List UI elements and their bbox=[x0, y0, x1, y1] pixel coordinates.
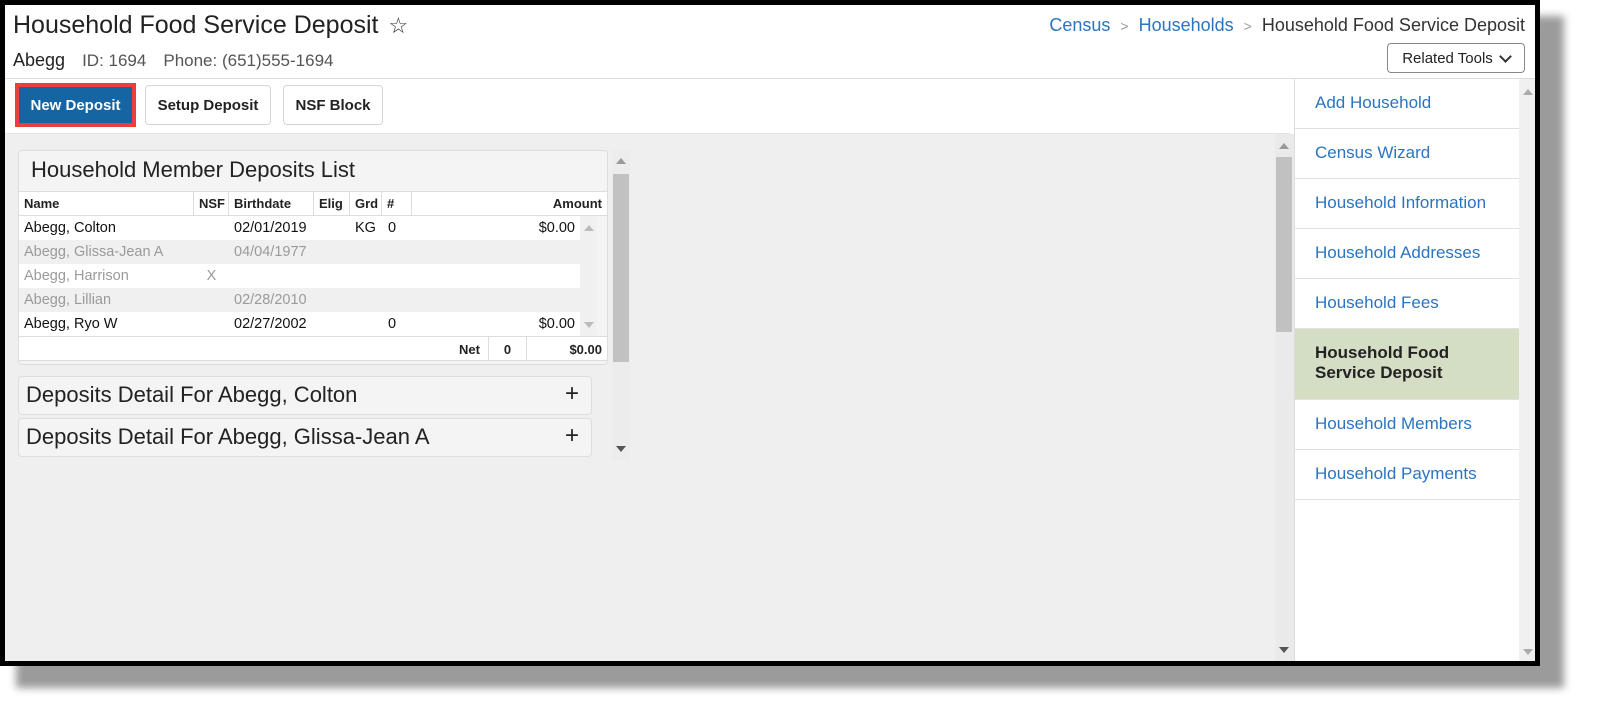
cell-amount: $0.00 bbox=[538, 220, 575, 236]
cell-amount: $0.00 bbox=[538, 316, 575, 332]
new-deposit-button[interactable]: New Deposit bbox=[15, 83, 136, 127]
workspace: Household Member Deposits List Name NSF … bbox=[5, 134, 1294, 661]
table-row[interactable]: Abegg, Ryo W 02/27/2002 0 $0.00 bbox=[19, 312, 580, 336]
cell-nsf: X bbox=[206, 268, 217, 284]
net-amount: $0.00 bbox=[569, 342, 602, 357]
col-birthdate[interactable]: Birthdate bbox=[229, 192, 314, 215]
chevron-right-icon: > bbox=[1120, 17, 1129, 34]
nsf-block-button[interactable]: NSF Block bbox=[283, 85, 383, 125]
breadcrumb-households[interactable]: Households bbox=[1139, 15, 1234, 36]
col-nsf[interactable]: NSF bbox=[194, 192, 229, 215]
table-row[interactable]: Abegg, Glissa-Jean A 04/04/1977 bbox=[19, 240, 580, 264]
cell-name: Abegg, Glissa-Jean A bbox=[24, 244, 164, 260]
table-body: Abegg, Colton 02/01/2019 KG 0 $0.00 Abeg… bbox=[19, 216, 607, 336]
cell-count: 0 bbox=[388, 316, 397, 332]
nav-scrollbar[interactable] bbox=[1519, 79, 1535, 661]
net-count: 0 bbox=[489, 337, 527, 360]
deposits-detail-colton[interactable]: Deposits Detail For Abegg, Colton + bbox=[18, 376, 592, 415]
cell-name: Abegg, Ryo W bbox=[24, 316, 118, 332]
cell-grd: KG bbox=[355, 220, 376, 236]
nav-item-household-food-service-deposit[interactable]: Household Food Service Deposit bbox=[1295, 329, 1519, 400]
member-deposits-panel: Household Member Deposits List Name NSF … bbox=[18, 150, 608, 365]
household-name: Abegg bbox=[13, 50, 66, 70]
deposits-detail-title: Deposits Detail For Abegg, Colton bbox=[26, 382, 358, 407]
deposits-detail-title: Deposits Detail For Abegg, Glissa-Jean A bbox=[26, 424, 430, 449]
plus-icon[interactable]: + bbox=[565, 422, 579, 450]
scroll-up-arrow-icon[interactable] bbox=[1279, 143, 1289, 149]
household-phone: Phone: (651)555-1694 bbox=[163, 51, 334, 70]
nav-item-household-fees[interactable]: Household Fees bbox=[1295, 279, 1519, 329]
scroll-down-arrow-icon[interactable] bbox=[1523, 649, 1533, 655]
net-label: Net bbox=[19, 337, 489, 360]
breadcrumb-census[interactable]: Census bbox=[1049, 15, 1110, 36]
panel-scrollbar[interactable] bbox=[612, 150, 630, 460]
related-tools-label: Related Tools bbox=[1402, 49, 1493, 67]
page-title-text: Household Food Service Deposit bbox=[13, 11, 379, 39]
scroll-up-arrow-icon[interactable] bbox=[616, 158, 626, 164]
window-frame: Household Food Service Deposit ☆ Abegg I… bbox=[0, 0, 1540, 666]
nav-item-household-addresses[interactable]: Household Addresses bbox=[1295, 229, 1519, 279]
related-tools-nav: Add Household Census Wizard Household In… bbox=[1294, 79, 1535, 661]
workspace-scrollbar[interactable] bbox=[1275, 134, 1294, 661]
member-deposits-title: Household Member Deposits List bbox=[31, 157, 356, 182]
nav-item-household-payments[interactable]: Household Payments bbox=[1295, 450, 1519, 500]
col-elig[interactable]: Elig bbox=[314, 192, 350, 215]
household-summary: Abegg ID: 1694 Phone: (651)555-1694 bbox=[13, 50, 334, 71]
scroll-down-arrow-icon[interactable] bbox=[1279, 647, 1289, 653]
related-tools-button[interactable]: Related Tools bbox=[1387, 43, 1525, 73]
scroll-up-arrow-icon[interactable] bbox=[584, 225, 594, 231]
table-footer: Net 0 $0.00 bbox=[19, 336, 607, 361]
page-title: Household Food Service Deposit ☆ bbox=[13, 11, 408, 40]
cell-name: Abegg, Colton bbox=[24, 220, 116, 236]
table-row[interactable]: Abegg, Colton 02/01/2019 KG 0 $0.00 bbox=[19, 216, 580, 240]
nav-item-add-household[interactable]: Add Household bbox=[1295, 79, 1519, 129]
table-row[interactable]: Abegg, Lillian 02/28/2010 bbox=[19, 288, 580, 312]
scroll-down-arrow-icon[interactable] bbox=[584, 322, 594, 328]
scroll-down-arrow-icon[interactable] bbox=[616, 446, 626, 452]
cell-count: 0 bbox=[388, 220, 397, 236]
cell-name: Abegg, Harrison bbox=[24, 268, 129, 284]
col-name[interactable]: Name bbox=[19, 192, 194, 215]
plus-icon[interactable]: + bbox=[565, 380, 579, 408]
cell-birthdate: 04/04/1977 bbox=[234, 244, 307, 260]
col-grd[interactable]: Grd bbox=[350, 192, 382, 215]
cell-name: Abegg, Lillian bbox=[24, 292, 112, 308]
nav-item-household-members[interactable]: Household Members bbox=[1295, 400, 1519, 450]
nav-item-census-wizard[interactable]: Census Wizard bbox=[1295, 129, 1519, 179]
workspace-scroll-thumb[interactable] bbox=[1276, 157, 1292, 332]
table-row[interactable]: Abegg, Harrison X bbox=[19, 264, 580, 288]
breadcrumb: Census > Households > Household Food Ser… bbox=[1049, 15, 1525, 36]
col-amount[interactable]: Amount bbox=[412, 192, 607, 215]
deposits-detail-glissa-jean[interactable]: Deposits Detail For Abegg, Glissa-Jean A… bbox=[18, 418, 592, 457]
breadcrumb-current: Household Food Service Deposit bbox=[1261, 15, 1525, 35]
table-header: Name NSF Birthdate Elig Grd # Amount bbox=[19, 191, 607, 216]
action-toolbar: New Deposit Setup Deposit NSF Block bbox=[5, 79, 1290, 134]
setup-deposit-button[interactable]: Setup Deposit bbox=[145, 85, 271, 125]
cell-birthdate: 02/27/2002 bbox=[234, 316, 307, 332]
nav-item-household-information[interactable]: Household Information bbox=[1295, 179, 1519, 229]
app-window: Household Food Service Deposit ☆ Abegg I… bbox=[5, 5, 1535, 661]
cell-birthdate: 02/28/2010 bbox=[234, 292, 307, 308]
panel-scroll-thumb[interactable] bbox=[613, 174, 629, 362]
member-deposits-table: Name NSF Birthdate Elig Grd # Amount Abe… bbox=[19, 191, 607, 361]
chevron-down-icon bbox=[1498, 49, 1512, 63]
cell-birthdate: 02/01/2019 bbox=[234, 220, 307, 236]
col-count[interactable]: # bbox=[382, 192, 412, 215]
chevron-right-icon: > bbox=[1243, 17, 1252, 34]
star-outline-icon[interactable]: ☆ bbox=[388, 13, 408, 39]
scroll-up-arrow-icon[interactable] bbox=[1523, 89, 1533, 95]
table-scrollbar[interactable] bbox=[580, 216, 597, 336]
household-id: ID: 1694 bbox=[82, 51, 147, 70]
